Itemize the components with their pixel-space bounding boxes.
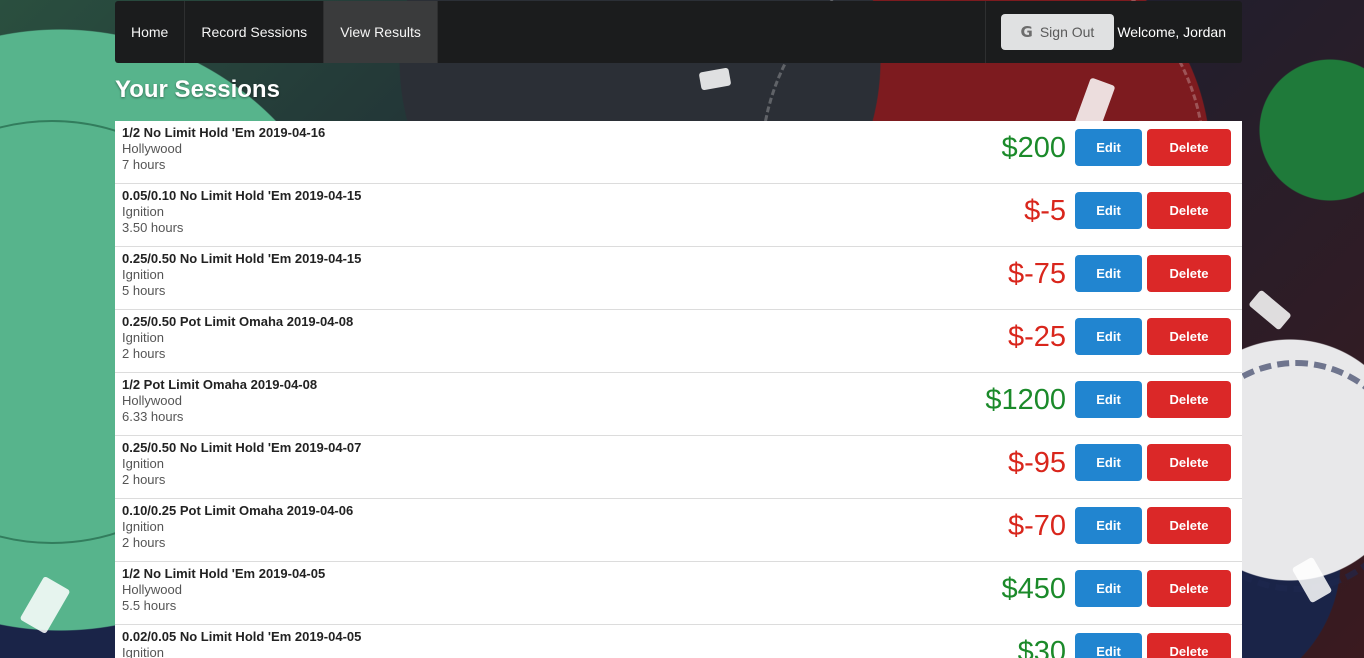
session-venue: Ignition xyxy=(122,456,164,471)
session-row: 0.25/0.50 No Limit Hold 'Em 2019-04-07 Ig… xyxy=(115,436,1242,499)
session-title: 1/2 No Limit Hold 'Em 2019-04-05 xyxy=(122,566,326,581)
session-row: 0.10/0.25 Pot Limit Omaha 2019-04-06 Igni… xyxy=(115,499,1242,562)
sign-out-label: Sign Out xyxy=(1039,24,1095,40)
session-venue: Hollywood xyxy=(122,393,182,408)
session-result-amount: $450 xyxy=(1001,573,1066,605)
session-title: 1/2 No Limit Hold 'Em 2019-04-16 xyxy=(122,125,326,140)
nav-item-view-results[interactable]: View Results xyxy=(324,1,438,63)
delete-session-button[interactable]: Delete xyxy=(1147,570,1231,607)
session-result-amount: $1200 xyxy=(985,384,1066,416)
session-duration: 2 hours xyxy=(122,346,166,361)
nav-item-label: Home xyxy=(131,24,169,40)
session-duration: 2 hours xyxy=(122,472,166,487)
session-venue: Hollywood xyxy=(122,582,182,597)
session-venue: Ignition xyxy=(122,330,164,345)
page-title: Your Sessions xyxy=(115,76,280,103)
session-result-amount: $-70 xyxy=(1007,510,1066,542)
session-result-amount: $-75 xyxy=(1007,258,1066,290)
sessions-list: 1/2 No Limit Hold 'Em 2019-04-16 Hollywoo… xyxy=(115,121,1242,658)
session-row: 1/2 No Limit Hold 'Em 2019-04-16 Hollywoo… xyxy=(115,121,1242,184)
session-title: 0.25/0.50 Pot Limit Omaha 2019-04-08 xyxy=(122,314,354,329)
delete-session-button[interactable]: Delete xyxy=(1147,318,1231,355)
delete-session-button[interactable]: Delete xyxy=(1147,129,1231,166)
session-info: 1/2 No Limit Hold 'Em 2019-04-05 Hollywoo… xyxy=(122,566,325,614)
edit-session-button[interactable]: Edit xyxy=(1075,507,1142,544)
session-venue: Ignition xyxy=(122,267,164,282)
session-duration: 7 hours xyxy=(122,157,166,172)
delete-session-button[interactable]: Delete xyxy=(1147,192,1231,229)
session-venue: Ignition xyxy=(122,519,164,534)
edit-session-button[interactable]: Edit xyxy=(1075,381,1142,418)
session-result-amount: $30 xyxy=(1017,636,1066,658)
session-info: 0.25/0.50 Pot Limit Omaha 2019-04-08 Igni… xyxy=(122,314,353,362)
session-venue: Ignition xyxy=(122,204,164,219)
session-venue: Ignition xyxy=(122,645,164,658)
session-title: 0.25/0.50 No Limit Hold 'Em 2019-04-15 xyxy=(122,251,362,266)
session-row: 1/2 Pot Limit Omaha 2019-04-08 Hollywood 6… xyxy=(115,373,1242,436)
edit-session-button[interactable]: Edit xyxy=(1075,318,1142,355)
session-title: 1/2 Pot Limit Omaha 2019-04-08 xyxy=(122,377,318,392)
nav-item-label: Record Sessions xyxy=(201,24,308,40)
session-duration: 5 hours xyxy=(122,283,166,298)
delete-session-button[interactable]: Delete xyxy=(1147,381,1231,418)
session-title: 0.10/0.25 Pot Limit Omaha 2019-04-06 xyxy=(122,503,354,518)
session-title: 0.05/0.10 No Limit Hold 'Em 2019-04-15 xyxy=(122,188,362,203)
edit-session-button[interactable]: Edit xyxy=(1075,570,1142,607)
google-g-icon: G xyxy=(1020,23,1033,41)
session-result-amount: $-5 xyxy=(1024,195,1066,227)
nav-item-record-sessions[interactable]: Record Sessions xyxy=(185,1,325,63)
delete-session-button[interactable]: Delete xyxy=(1147,507,1231,544)
session-title: 0.25/0.50 No Limit Hold 'Em 2019-04-07 xyxy=(122,440,362,455)
session-info: 1/2 Pot Limit Omaha 2019-04-08 Hollywood 6… xyxy=(122,377,317,425)
nav-item-label: View Results xyxy=(340,24,421,40)
session-row: 1/2 No Limit Hold 'Em 2019-04-05 Hollywoo… xyxy=(115,562,1242,625)
session-info: 0.02/0.05 No Limit Hold 'Em 2019-04-05 Ig… xyxy=(122,629,361,658)
welcome-message: Welcome, Jordan xyxy=(1117,24,1226,40)
session-row: 0.05/0.10 No Limit Hold 'Em 2019-04-15 Ig… xyxy=(115,184,1242,247)
edit-session-button[interactable]: Edit xyxy=(1075,255,1142,292)
session-result-amount: $-25 xyxy=(1007,321,1066,353)
chip-stripe-decoration xyxy=(1248,289,1292,331)
session-result-amount: $200 xyxy=(1001,132,1066,164)
edit-session-button[interactable]: Edit xyxy=(1075,192,1142,229)
chip-stripe-decoration xyxy=(19,575,71,635)
session-duration: 6.33 hours xyxy=(122,409,184,424)
session-duration: 5.5 hours xyxy=(122,598,177,613)
nav-item-home[interactable]: Home xyxy=(115,1,186,63)
session-result-amount: $-95 xyxy=(1007,447,1066,479)
delete-session-button[interactable]: Delete xyxy=(1147,633,1231,658)
session-title: 0.02/0.05 No Limit Hold 'Em 2019-04-05 xyxy=(122,629,362,644)
session-row: 0.25/0.50 Pot Limit Omaha 2019-04-08 Igni… xyxy=(115,310,1242,373)
delete-session-button[interactable]: Delete xyxy=(1147,444,1231,481)
top-navigation-bar: Home Record Sessions View Results G Sign… xyxy=(115,1,1242,63)
session-duration: 3.50 hours xyxy=(122,220,184,235)
nav-right-group: G Sign Out Welcome, Jordan xyxy=(984,1,1242,63)
signout-container: G Sign Out xyxy=(986,1,1118,63)
session-row: 0.25/0.50 No Limit Hold 'Em 2019-04-15 Ig… xyxy=(115,247,1242,310)
session-info: 1/2 No Limit Hold 'Em 2019-04-16 Hollywoo… xyxy=(122,125,325,173)
edit-session-button[interactable]: Edit xyxy=(1075,633,1142,658)
chip-stripe-decoration xyxy=(698,67,732,91)
sign-out-button[interactable]: G Sign Out xyxy=(1000,14,1115,50)
session-venue: Hollywood xyxy=(122,141,182,156)
edit-session-button[interactable]: Edit xyxy=(1075,129,1142,166)
edit-session-button[interactable]: Edit xyxy=(1075,444,1142,481)
session-row: 0.02/0.05 No Limit Hold 'Em 2019-04-05 Ig… xyxy=(115,625,1242,658)
session-duration: 2 hours xyxy=(122,535,166,550)
delete-session-button[interactable]: Delete xyxy=(1147,255,1231,292)
session-info: 0.25/0.50 No Limit Hold 'Em 2019-04-07 Ig… xyxy=(122,440,361,488)
session-info: 0.05/0.10 No Limit Hold 'Em 2019-04-15 Ig… xyxy=(122,188,361,236)
session-info: 0.25/0.50 No Limit Hold 'Em 2019-04-15 Ig… xyxy=(122,251,361,299)
session-info: 0.10/0.25 Pot Limit Omaha 2019-04-06 Igni… xyxy=(122,503,353,551)
